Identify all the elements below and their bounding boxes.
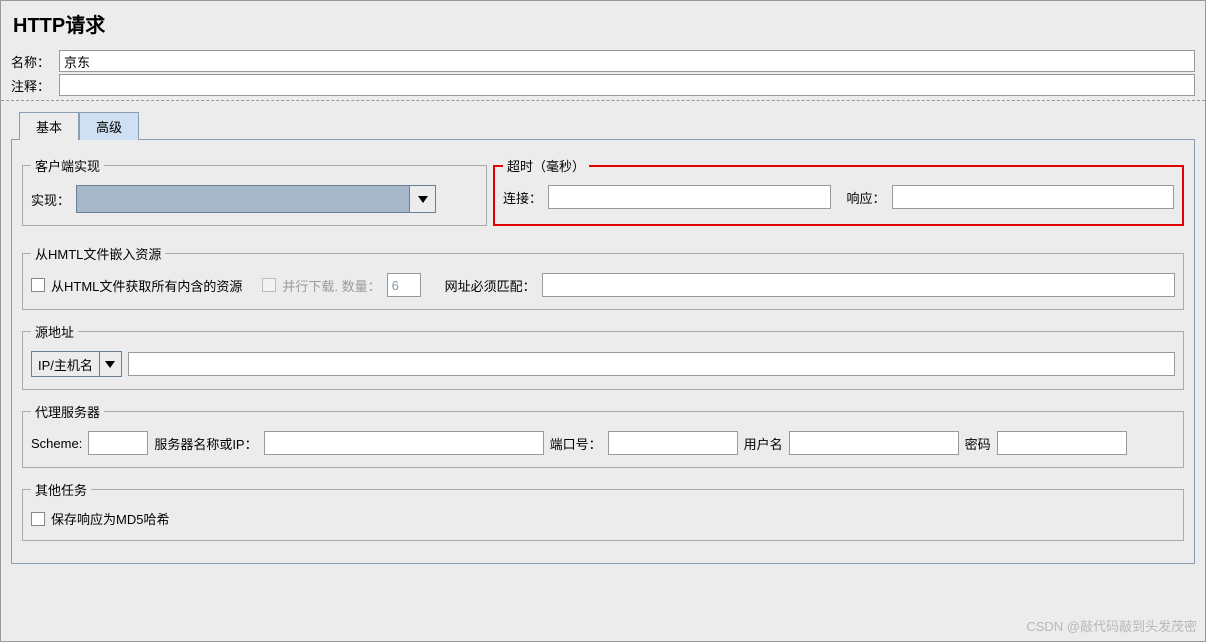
- embed-group: 从HMTL文件嵌入资源 从HTML文件获取所有内含的资源 并行下载. 数量： 网…: [22, 244, 1184, 310]
- impl-combobox-value: [77, 186, 409, 212]
- connect-input[interactable]: [548, 185, 830, 209]
- other-group: 其他任务 保存响应为MD5哈希: [22, 480, 1184, 541]
- chevron-down-icon: [418, 196, 428, 203]
- match-label: 网址必须匹配：: [445, 276, 536, 295]
- user-input[interactable]: [789, 431, 959, 455]
- embed-legend: 从HMTL文件嵌入资源: [31, 244, 165, 263]
- pass-input[interactable]: [997, 431, 1127, 455]
- source-input[interactable]: [128, 352, 1175, 376]
- comment-input[interactable]: [59, 74, 1195, 96]
- server-label: 服务器名称或IP：: [154, 434, 257, 453]
- retrieve-label: 从HTML文件获取所有内含的资源: [51, 276, 242, 295]
- parallel-checkbox: [262, 278, 276, 292]
- pass-label: 密码: [965, 434, 991, 453]
- client-impl-legend: 客户端实现: [31, 156, 104, 175]
- source-type-value: IP/主机名: [32, 352, 99, 376]
- tab-advanced[interactable]: 高级: [79, 112, 139, 140]
- source-group: 源地址 IP/主机名: [22, 322, 1184, 390]
- comment-label: 注释：: [11, 76, 59, 95]
- md5-checkbox[interactable]: [31, 512, 45, 526]
- source-type-button[interactable]: [99, 352, 121, 376]
- parallel-input: [387, 273, 421, 297]
- scheme-input[interactable]: [88, 431, 148, 455]
- advanced-panel: 客户端实现 实现： 超时（毫秒） 连接： 响应：: [11, 139, 1195, 564]
- proxy-legend: 代理服务器: [31, 402, 104, 421]
- tabs: 基本 高级: [19, 111, 1205, 139]
- proxy-group: 代理服务器 Scheme: 服务器名称或IP： 端口号： 用户名 密码: [22, 402, 1184, 468]
- other-legend: 其他任务: [31, 480, 91, 499]
- server-input[interactable]: [264, 431, 544, 455]
- md5-label: 保存响应为MD5哈希: [51, 509, 169, 528]
- source-legend: 源地址: [31, 322, 78, 341]
- impl-combobox[interactable]: [76, 185, 436, 213]
- impl-combobox-button[interactable]: [409, 186, 435, 212]
- connect-label: 连接：: [503, 188, 542, 207]
- watermark: CSDN @敲代码敲到头发茂密: [1026, 616, 1197, 635]
- name-row: 名称：: [11, 50, 1195, 72]
- comment-row: 注释：: [11, 74, 1195, 96]
- source-type-select[interactable]: IP/主机名: [31, 351, 122, 377]
- port-input[interactable]: [608, 431, 738, 455]
- timeout-legend: 超时（毫秒）: [503, 156, 589, 175]
- user-label: 用户名: [744, 434, 783, 453]
- parallel-label: 并行下载. 数量：: [282, 276, 380, 295]
- scheme-label: Scheme:: [31, 436, 82, 451]
- retrieve-checkbox[interactable]: [31, 278, 45, 292]
- chevron-down-icon: [105, 361, 115, 368]
- match-input[interactable]: [542, 273, 1175, 297]
- http-request-panel: HTTP请求 名称： 注释： 基本 高级 客户端实现 实现：: [0, 0, 1206, 642]
- port-label: 端口号：: [550, 434, 602, 453]
- panel-title: HTTP请求: [1, 1, 1205, 48]
- name-label: 名称：: [11, 52, 59, 71]
- response-label: 响应：: [847, 188, 886, 207]
- separator: [1, 100, 1205, 101]
- name-input[interactable]: [59, 50, 1195, 72]
- timeout-group: 超时（毫秒） 连接： 响应：: [493, 156, 1184, 226]
- response-input[interactable]: [892, 185, 1174, 209]
- tab-basic[interactable]: 基本: [19, 112, 79, 140]
- impl-label: 实现：: [31, 190, 70, 209]
- client-impl-group: 客户端实现 实现：: [22, 156, 487, 226]
